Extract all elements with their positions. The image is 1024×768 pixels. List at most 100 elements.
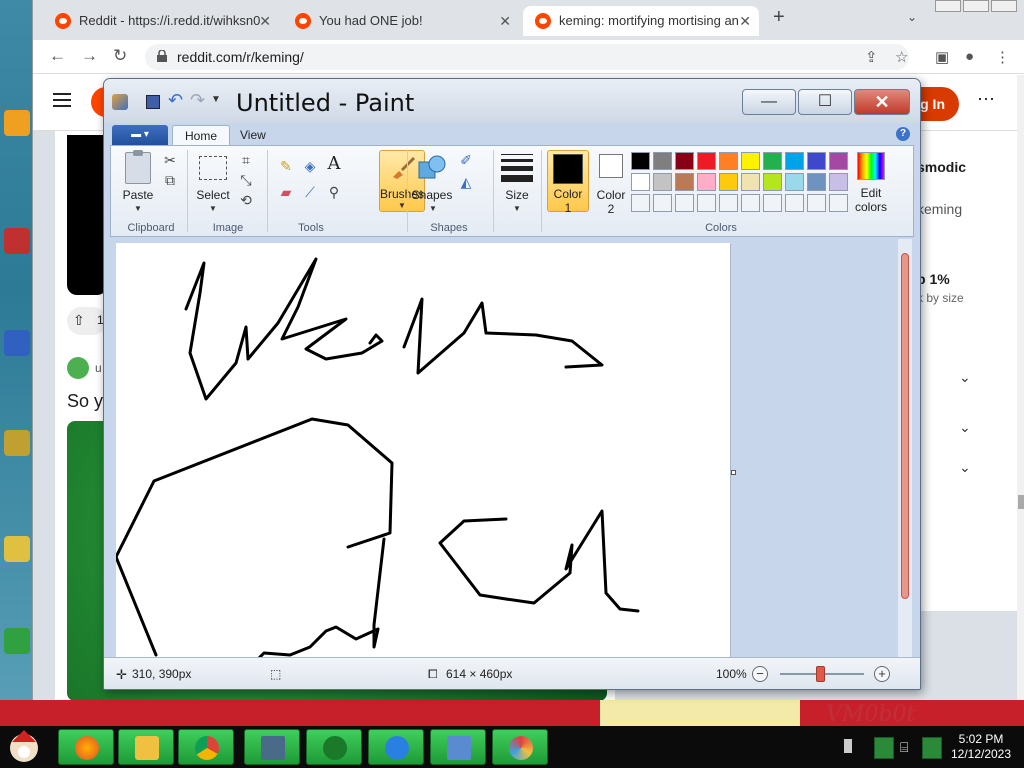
select-button[interactable]: Select	[193, 188, 233, 202]
redo-icon[interactable]: ↷	[190, 90, 205, 111]
scrollbar-thumb[interactable]	[1018, 495, 1024, 509]
new-tab-icon[interactable]: +	[773, 6, 785, 29]
text-tool-icon[interactable]: A	[325, 155, 343, 173]
zoom-slider-thumb[interactable]	[816, 666, 825, 682]
chevron-down-icon[interactable]: ▼	[209, 204, 217, 213]
outline-icon[interactable]: ✐	[457, 152, 475, 168]
color-swatch[interactable]	[697, 194, 716, 212]
color-swatch[interactable]	[675, 173, 694, 191]
color-swatch[interactable]	[631, 152, 650, 170]
undo-icon[interactable]: ↶	[168, 90, 183, 111]
size-icon[interactable]	[501, 154, 533, 182]
color-swatch[interactable]	[763, 173, 782, 191]
taskbar-christmas-app[interactable]	[306, 729, 362, 765]
taskbar-control-panel[interactable]	[430, 729, 486, 765]
tab-keming[interactable]: keming: mortifying mortising an ✕	[523, 6, 759, 36]
side-panel-icon[interactable]: ▣	[935, 48, 949, 66]
sidebar-link[interactable]: k by size	[917, 291, 964, 305]
taskbar-chrome[interactable]	[178, 729, 234, 765]
color-swatch[interactable]	[829, 173, 848, 191]
shapes-icon[interactable]	[417, 154, 447, 182]
desktop-icon[interactable]	[2, 110, 32, 138]
volume-icon[interactable]	[922, 737, 942, 759]
fill-bucket-icon[interactable]: ◈	[301, 158, 319, 174]
select-icon[interactable]	[199, 156, 227, 180]
taskbar-explorer[interactable]	[118, 729, 174, 765]
color-swatch[interactable]	[697, 173, 716, 191]
taskbar-paint[interactable]	[492, 729, 548, 765]
edit-colors-button[interactable]: Edit	[851, 186, 891, 200]
color-picker-icon[interactable]: ⟋	[301, 184, 319, 200]
color-swatch[interactable]	[807, 152, 826, 170]
crop-icon[interactable]: ⌗	[237, 152, 255, 168]
color-swatch[interactable]	[807, 173, 826, 191]
taskbar-firefox[interactable]	[58, 729, 114, 765]
share-icon[interactable]: ⇪	[865, 48, 878, 66]
size-button[interactable]: Size	[499, 188, 535, 202]
bookmark-star-icon[interactable]: ☆	[895, 48, 908, 66]
color-swatch[interactable]	[697, 152, 716, 170]
taskbar-downloads[interactable]	[368, 729, 424, 765]
close-icon[interactable]: ✕	[259, 6, 271, 36]
taskbar-remote-desktop[interactable]	[244, 729, 300, 765]
post-username[interactable]: u	[95, 361, 102, 375]
paint-titlebar[interactable]: ↶ ↷ ▼ Untitled - Paint — ☐ ✕	[104, 79, 920, 123]
tab-home[interactable]: Home	[172, 125, 231, 147]
upvote-icon[interactable]: ⇧	[73, 312, 85, 329]
taskbar-clock[interactable]: 5:02 PM 12/12/2023	[948, 732, 1014, 762]
desktop-icon[interactable]	[2, 628, 32, 656]
help-icon[interactable]: ?	[896, 127, 910, 141]
post-video[interactable]	[67, 135, 107, 295]
start-button-icon[interactable]	[4, 728, 54, 766]
maximize-button[interactable]	[963, 0, 989, 12]
desktop-icon[interactable]	[2, 228, 32, 256]
eraser-icon[interactable]: ▰	[277, 184, 295, 200]
zoom-out-button[interactable]: −	[752, 666, 768, 682]
canvas-scrollbar[interactable]	[898, 239, 912, 657]
color-swatch[interactable]	[719, 173, 738, 191]
minimize-button[interactable]	[935, 0, 961, 12]
desktop-icon[interactable]	[2, 536, 32, 564]
forward-arrow-icon[interactable]: →	[81, 46, 98, 66]
color-swatch[interactable]	[741, 194, 760, 212]
color-swatch[interactable]	[741, 173, 760, 191]
color-swatch[interactable]	[719, 194, 738, 212]
maximize-button[interactable]: ☐	[798, 89, 852, 115]
copy-icon[interactable]: ⧉	[161, 172, 179, 188]
chevron-down-icon[interactable]: ▼	[513, 204, 521, 213]
chevron-down-icon[interactable]: ⌄	[959, 459, 971, 476]
save-icon[interactable]	[146, 95, 160, 109]
hamburger-menu-icon[interactable]	[53, 93, 71, 107]
minimize-button[interactable]: —	[742, 89, 796, 115]
paste-button[interactable]: Paste	[121, 188, 155, 202]
reload-icon[interactable]: ↻	[113, 46, 127, 66]
chevron-down-icon[interactable]: ⌄	[907, 10, 917, 24]
paste-icon[interactable]	[125, 150, 151, 184]
vote-button[interactable]: ⇧ 1	[67, 307, 107, 335]
color-swatch[interactable]	[653, 173, 672, 191]
chevron-down-icon[interactable]: ▼	[429, 204, 437, 213]
paint-app-icon[interactable]	[112, 94, 128, 110]
color-swatch[interactable]	[829, 152, 848, 170]
tab-reddit-image[interactable]: Reddit - https://i.redd.it/wihksn0 ✕	[43, 6, 279, 36]
tab-view[interactable]: View	[228, 125, 278, 147]
color-swatch[interactable]	[675, 152, 694, 170]
shapes-button[interactable]: Shapes	[411, 188, 453, 202]
file-menu-button[interactable]: ▬ ▾	[112, 125, 168, 145]
pencil-icon[interactable]: ✎	[277, 158, 295, 174]
color-swatch[interactable]	[807, 194, 826, 212]
quick-access-dropdown-icon[interactable]: ▼	[211, 94, 221, 105]
zoom-in-button[interactable]: +	[874, 666, 890, 682]
desktop-icon[interactable]	[2, 430, 32, 458]
back-arrow-icon[interactable]: ←	[49, 46, 66, 66]
cut-icon[interactable]: ✂	[161, 152, 179, 168]
network-warning-icon[interactable]	[874, 737, 894, 759]
chevron-down-icon[interactable]: ⌄	[959, 419, 971, 436]
edit-colors-icon[interactable]	[857, 152, 885, 180]
avatar[interactable]	[67, 357, 89, 379]
desktop-icon[interactable]	[2, 330, 32, 358]
color2-button[interactable]	[599, 154, 623, 178]
scrollbar-thumb[interactable]	[901, 253, 909, 599]
color-swatch[interactable]	[785, 173, 804, 191]
chevron-down-icon[interactable]: ⌄	[959, 369, 971, 386]
